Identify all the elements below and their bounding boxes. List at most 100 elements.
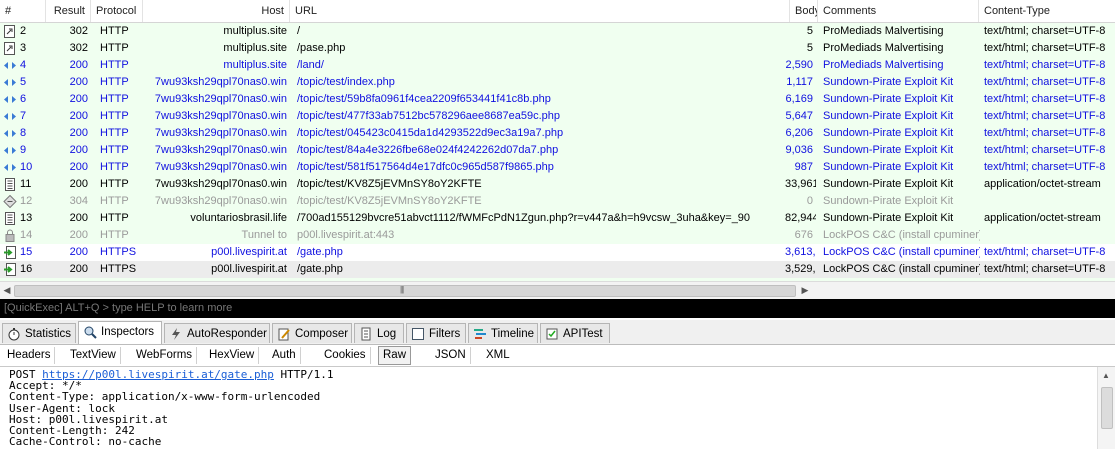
session-row[interactable]: 14 200 HTTP Tunnel to p00l.livespirit.at:443… xyxy=(0,227,1115,244)
cell-result: 200 xyxy=(69,59,88,71)
cell-body: 676 xyxy=(794,229,813,241)
tab-timeline[interactable]: Timeline xyxy=(468,323,538,343)
cell-number: 9 xyxy=(0,142,46,159)
cell-protocol: HTTP xyxy=(100,195,129,207)
cell-number: 15 xyxy=(0,244,46,261)
cell-comment: Sundown-Pirate Exploit Kit xyxy=(823,144,954,156)
cell-result: 200 xyxy=(69,246,88,258)
tab-filters[interactable]: Filters xyxy=(406,323,466,343)
session-row[interactable]: 4 200 HTTP multiplus.site/land/2,590 ProMedi… xyxy=(0,57,1115,74)
cell-ctype: text/html; charset=UTF-8 xyxy=(984,144,1106,156)
scroll-up-icon[interactable]: ▲ xyxy=(1101,371,1111,381)
column-header-body[interactable]: Body xyxy=(790,0,818,22)
session-number: 13 xyxy=(20,212,33,224)
subtab-webforms[interactable]: WebForms xyxy=(132,347,198,364)
subtab-textview[interactable]: TextView xyxy=(66,347,121,364)
session-row[interactable]: 8 200 HTTP 7wu93ksh29qpl70nas0.win/topic/te… xyxy=(0,125,1115,142)
html-icon xyxy=(4,79,16,86)
horizontal-scrollbar[interactable]: ◀ ||| ▶ xyxy=(0,281,1115,299)
scrollbar-thumb[interactable] xyxy=(1101,387,1113,429)
subtab-xml[interactable]: XML xyxy=(482,347,514,364)
cell-comment: LockPOS C&C (install cpuminer) xyxy=(823,229,980,241)
scrollbar-thumb[interactable] xyxy=(14,285,796,297)
session-number: 15 xyxy=(20,246,33,258)
cell-protocol: HTTP xyxy=(100,42,129,54)
tab-apitest[interactable]: APITest xyxy=(540,323,610,343)
cell-comment: LockPOS C&C (install cpuminer) xyxy=(823,263,980,275)
cell-number: 12 xyxy=(0,193,46,210)
cell-result: 200 xyxy=(69,263,88,275)
cell-url: /topic/test/59b8fa0961f4cea2209f653441f4… xyxy=(297,93,551,105)
subtab-cookies[interactable]: Cookies xyxy=(320,347,371,364)
cell-result: 200 xyxy=(69,93,88,105)
cell-comment: ProMediads Malvertising xyxy=(823,42,944,54)
cell-number: 4 xyxy=(0,57,46,74)
column-header-comments[interactable]: Comments xyxy=(818,0,979,22)
column-header-number[interactable]: # xyxy=(0,0,46,22)
cell-number: 16 xyxy=(0,261,46,278)
cell-protocol: HTTP xyxy=(100,161,129,173)
raw-request-view[interactable]: POST https://p00l.livespirit.at/gate.php… xyxy=(0,367,1115,449)
session-row[interactable]: 6 200 HTTP 7wu93ksh29qpl70nas0.win/topic/te… xyxy=(0,91,1115,108)
scroll-left-icon[interactable]: ◀ xyxy=(2,285,12,295)
tab-statistics[interactable]: Statistics xyxy=(2,323,76,343)
subtab-auth[interactable]: Auth xyxy=(268,347,301,364)
cell-result: 200 xyxy=(69,212,88,224)
column-header-content-type[interactable]: Content-Type xyxy=(979,0,1115,22)
cell-host: 7wu93ksh29qpl70nas0.win xyxy=(154,110,287,122)
session-row[interactable]: 12 304 HTTP 7wu93ksh29qpl70nas0.win/topic/t… xyxy=(0,193,1115,210)
session-row[interactable]: 10 200 HTTP 7wu93ksh29qpl70nas0.win/topic/t… xyxy=(0,159,1115,176)
session-row[interactable]: 16 200 HTTPS p00l.livespirit.at/gate.php 3,5… xyxy=(0,261,1115,278)
cell-protocol: HTTPS xyxy=(100,246,137,258)
html-icon xyxy=(4,96,16,103)
session-row[interactable]: 11 200 HTTP 7wu93ksh29qpl70nas0.win/topic/t… xyxy=(0,176,1115,193)
subtab-hexview[interactable]: HexView xyxy=(205,347,260,364)
cell-ctype xyxy=(981,227,1115,244)
cell-result: 200 xyxy=(69,229,88,241)
cell-result: 200 xyxy=(69,76,88,88)
tab-label: Statistics xyxy=(25,328,72,340)
cell-number: 6 xyxy=(0,91,46,108)
cell-ctype: text/html; charset=UTF-8 xyxy=(984,59,1106,71)
subtab-json[interactable]: JSON xyxy=(431,347,471,364)
session-number: 14 xyxy=(20,229,33,241)
session-row[interactable]: 3 302 HTTP multiplus.site/pase.php 5 ProMedia… xyxy=(0,40,1115,57)
vertical-scrollbar[interactable]: ▲ xyxy=(1097,367,1115,449)
tab-inspectors[interactable]: Inspectors xyxy=(78,321,162,344)
column-header-result[interactable]: Result xyxy=(46,0,91,22)
tab-composer[interactable]: Composer xyxy=(272,323,352,343)
session-row[interactable]: 9 200 HTTP 7wu93ksh29qpl70nas0.win/topic/te… xyxy=(0,142,1115,159)
session-row[interactable]: 5 200 HTTP 7wu93ksh29qpl70nas0.win/topic/te… xyxy=(0,74,1115,91)
cell-url: / xyxy=(297,25,301,37)
cell-url: /topic/test/index.php xyxy=(297,76,395,88)
subtab-raw[interactable]: Raw xyxy=(378,346,412,365)
column-header-host[interactable]: Host xyxy=(143,0,290,22)
arrow-page-icon xyxy=(4,246,16,259)
cell-ctype: text/html; charset=UTF-8 xyxy=(984,246,1106,258)
cell-comment: ProMediads Malvertising xyxy=(823,25,944,37)
cell-ctype: text/html; charset=UTF-8 xyxy=(984,110,1106,122)
session-row[interactable]: 2 302 HTTP multiplus.site / 5 ProMediads Malve… xyxy=(0,23,1115,40)
column-header-protocol[interactable]: Protocol xyxy=(91,0,143,22)
page-icon xyxy=(4,42,15,55)
cell-host: 7wu93ksh29qpl70nas0.win xyxy=(154,195,287,207)
cell-body: 2,590 xyxy=(785,59,813,71)
cell-protocol: HTTP xyxy=(100,229,129,241)
session-row[interactable]: 13 200 HTTP voluntariosbrasil.life/700ad155… xyxy=(0,210,1115,227)
session-number: 7 xyxy=(20,110,27,122)
cell-number: 14 xyxy=(0,227,46,244)
session-row[interactable]: 7 200 HTTP 7wu93ksh29qpl70nas0.win/topic/te… xyxy=(0,108,1115,125)
session-row[interactable]: 15 200 HTTPS p00l.livespirit.at/gate.php 3,6… xyxy=(0,244,1115,261)
cell-result: 302 xyxy=(69,25,88,37)
tab-autoresponder[interactable]: AutoResponder xyxy=(164,323,270,343)
scroll-right-icon[interactable]: ▶ xyxy=(800,285,810,295)
cell-body: 5 xyxy=(806,25,813,37)
tab-label: Timeline xyxy=(491,328,535,340)
raw-request-text[interactable]: POST https://p00l.livespirit.at/gate.php… xyxy=(9,369,334,447)
column-header-url[interactable]: URL xyxy=(290,0,790,22)
quickexec-input[interactable]: [QuickExec] ALT+Q > type HELP to learn m… xyxy=(0,299,1115,318)
cell-ctype: text/html; charset=UTF-8 xyxy=(984,93,1106,105)
subtab-headers[interactable]: Headers xyxy=(3,347,56,364)
tab-log[interactable]: Log xyxy=(354,323,404,343)
cell-body: 1,117 xyxy=(786,76,813,88)
